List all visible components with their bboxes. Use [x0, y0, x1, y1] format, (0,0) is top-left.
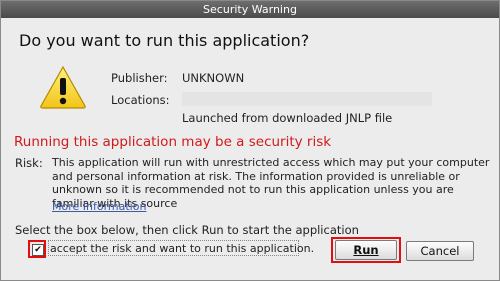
publisher-label: Publisher:: [111, 71, 168, 85]
locations-value: [182, 92, 432, 106]
accept-risk-checkbox[interactable]: ✔: [32, 244, 44, 256]
accept-risk-label[interactable]: accept the risk and want to run this app…: [50, 242, 314, 255]
security-warning-dialog: Security Warning Do you want to run this…: [0, 0, 500, 281]
risk-label: Risk:: [15, 156, 43, 170]
cancel-button[interactable]: Cancel: [406, 241, 474, 261]
run-button-highlight: Run: [331, 237, 401, 263]
instruction-text: Select the box below, then click Run to …: [15, 223, 359, 237]
window-title: Security Warning: [1, 1, 499, 18]
risk-title: Running this application may be a securi…: [14, 134, 332, 150]
run-button[interactable]: Run: [335, 240, 397, 260]
launch-note: Launched from downloaded JNLP file: [182, 111, 393, 125]
more-information-link[interactable]: More Information: [52, 200, 146, 213]
locations-label: Locations:: [111, 93, 170, 107]
publisher-value: UNKNOWN: [182, 71, 245, 85]
warning-triangle-icon: [40, 65, 86, 109]
checkbox-highlight: ✔: [28, 240, 46, 258]
dialog-question: Do you want to run this application?: [19, 31, 310, 50]
